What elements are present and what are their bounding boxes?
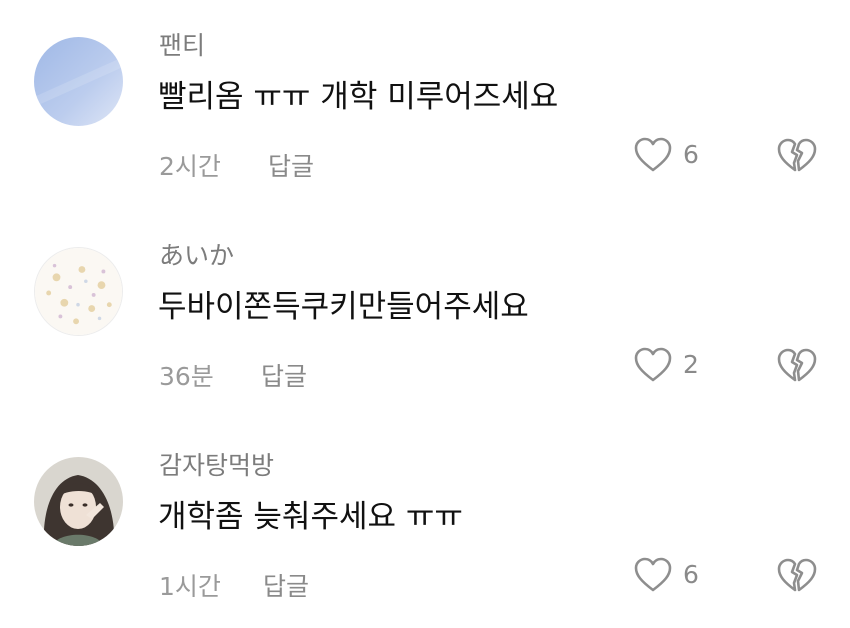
avatar[interactable] <box>34 247 123 336</box>
comment-item: 팬티 빨리옴 ㅠㅠ 개학 미루어즈세요 2시간 답글 6 <box>0 0 850 200</box>
heart-outline-icon <box>634 557 672 592</box>
heart-outline-icon <box>634 347 672 382</box>
comment-author[interactable]: 팬티 <box>159 26 205 62</box>
like-count: 6 <box>683 560 699 589</box>
dislike-button[interactable] <box>776 557 818 595</box>
avatar-image <box>34 457 123 546</box>
dislike-button[interactable] <box>776 137 818 175</box>
broken-heart-icon <box>777 348 817 382</box>
comment-timestamp: 2시간 <box>159 152 221 181</box>
avatar-image <box>34 37 123 126</box>
reply-button[interactable]: 답글 <box>263 567 309 603</box>
heart-outline-icon <box>634 137 672 172</box>
comment-text: 개학좀 늦춰주세요 ㅠㅠ <box>158 499 463 535</box>
broken-heart-icon <box>777 558 817 592</box>
avatar[interactable] <box>34 37 123 126</box>
reply-button[interactable]: 답글 <box>268 147 314 183</box>
comment-timestamp: 36분 <box>159 362 214 391</box>
like-count: 6 <box>683 140 699 169</box>
avatar[interactable] <box>34 457 123 546</box>
like-button[interactable]: 6 <box>633 556 699 594</box>
comment-item: 감자탕먹방 개학좀 늦춰주세요 ㅠㅠ 1시간 답글 6 <box>0 420 850 620</box>
comment-text: 두바이쫀득쿠키만들어주세요 <box>158 289 529 325</box>
reply-button[interactable]: 답글 <box>261 357 307 393</box>
comment-text: 빨리옴 ㅠㅠ 개학 미루어즈세요 <box>158 79 559 115</box>
avatar-image <box>35 248 122 335</box>
like-count: 2 <box>683 350 699 379</box>
dislike-button[interactable] <box>776 347 818 385</box>
comment-timestamp: 1시간 <box>159 572 221 601</box>
like-button[interactable]: 2 <box>633 346 699 384</box>
broken-heart-icon <box>777 138 817 172</box>
comment-item: あいか 두바이쫀득쿠키만들어주세요 36분 답글 2 <box>0 210 850 410</box>
comment-author[interactable]: 감자탕먹방 <box>159 446 274 482</box>
comment-author[interactable]: あいか <box>159 236 234 272</box>
like-button[interactable]: 6 <box>633 136 699 174</box>
